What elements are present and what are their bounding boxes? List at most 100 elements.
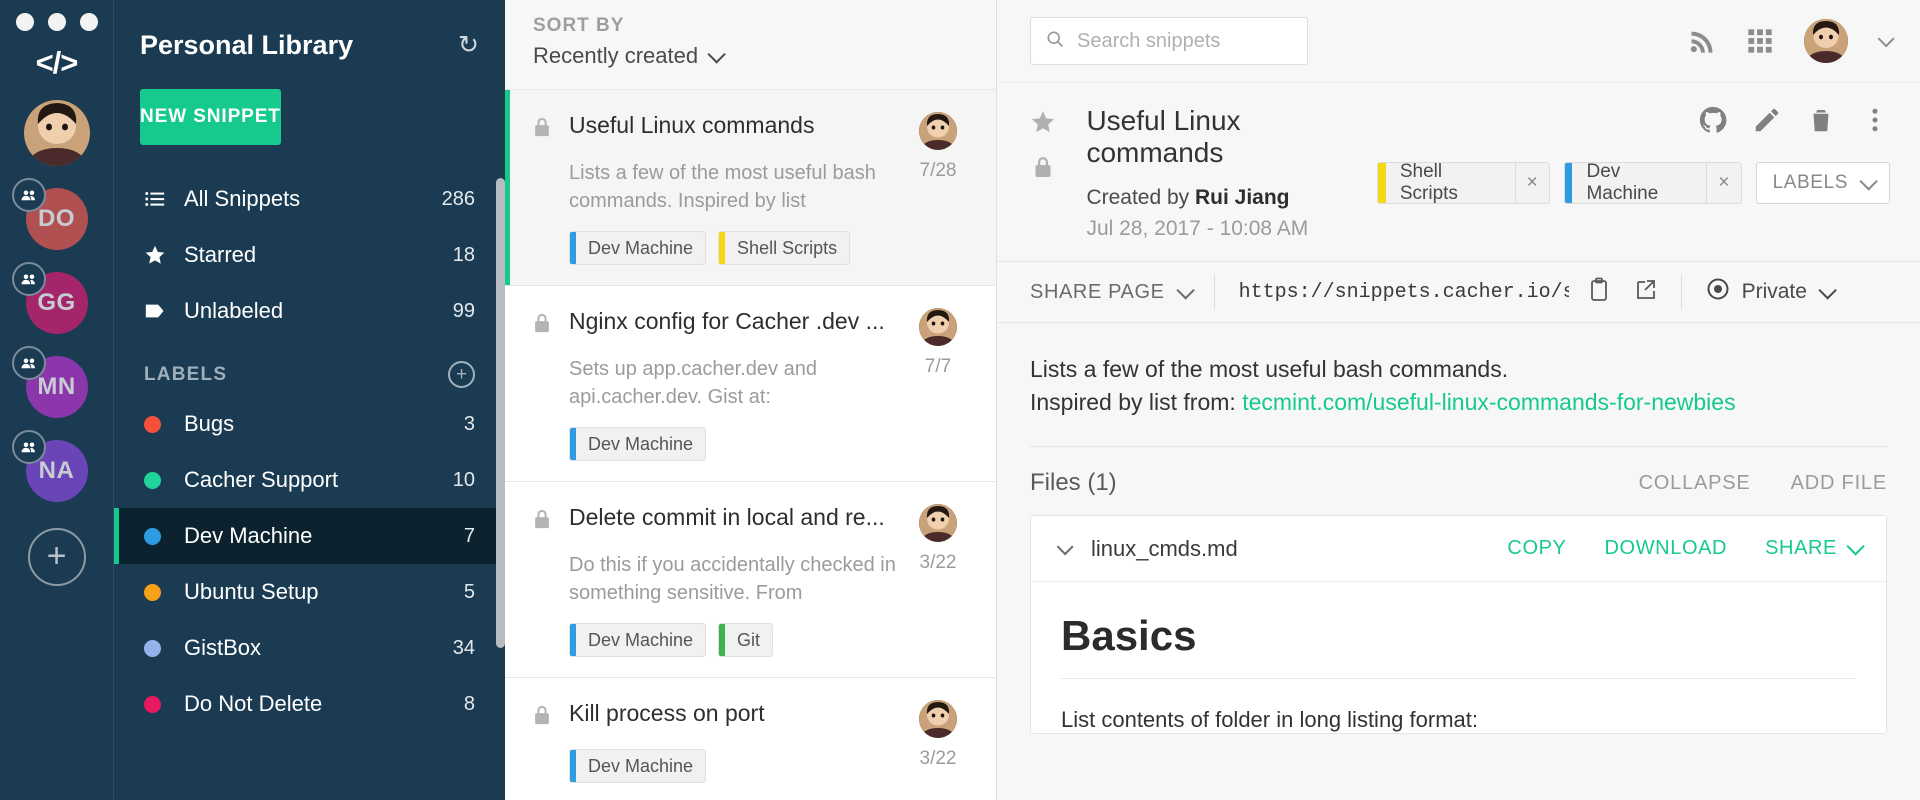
team-avatar[interactable]: NA [11,430,88,502]
external-link-icon[interactable] [1633,277,1657,308]
snippet-list-item[interactable]: Kill process on port Dev Machine 3/22 [505,678,996,800]
snippet-tag[interactable]: Dev Machine [569,231,707,265]
detail-actions [1698,105,1890,140]
labels-dropdown-button[interactable]: LABELS [1755,162,1890,204]
share-dropdown-button[interactable]: SHARE [1765,537,1865,560]
more-vertical-icon[interactable] [1860,105,1890,140]
snippet-item-date: 3/22 [919,748,957,769]
file-paragraph: List contents of folder in long listing … [1061,707,1478,733]
file-name: linux_cmds.md [1091,535,1238,561]
team-avatar-initials: GG [37,289,76,316]
sidebar-label-count: 3 [463,412,475,435]
detail-labels-row: Shell Scripts × Dev Machine × LABELS [1377,162,1890,204]
tag-label: Shell Scripts [737,237,838,258]
download-button[interactable]: DOWNLOAD [1605,537,1728,560]
team-avatar[interactable]: DO [11,178,88,250]
copy-button[interactable]: COPY [1507,537,1566,560]
chevron-down-icon[interactable] [1877,30,1895,48]
apps-grid-icon[interactable] [1746,27,1774,55]
close-icon[interactable]: × [1706,163,1740,203]
snippet-detail-panel: Useful Linux commands Created by Rui Jia… [997,0,1920,800]
avatar[interactable] [23,100,90,166]
sidebar-label-count: 10 [452,468,475,491]
share-page-dropdown[interactable]: SHARE PAGE [1030,281,1195,304]
description-prefix: Inspired by list from: [1030,388,1243,415]
sidebar-item-unlabeled[interactable]: Unlabeled 99 [114,283,505,339]
tag-icon [144,300,184,322]
file-card-body: Basics List contents of folder in long l… [1031,582,1886,733]
close-window-button[interactable] [16,13,34,31]
search-box[interactable] [1030,17,1308,65]
sidebar-label-bugs[interactable]: Bugs 3 [114,396,505,452]
list-icon [144,188,184,210]
description-link[interactable]: tecmint.com/useful-linux-commands-for-ne… [1242,389,1735,415]
app-window: </> DO GG MN NA + Personal Library ↻ NEW… [0,0,1920,800]
detail-status-icons [1030,105,1086,241]
team-avatar[interactable]: MN [11,346,88,418]
snippet-tag[interactable]: Dev Machine [569,749,707,783]
sort-by-dropdown[interactable]: Recently created [533,43,996,69]
pencil-icon[interactable] [1752,105,1782,140]
rss-icon[interactable] [1688,27,1716,55]
add-file-button[interactable]: ADD FILE [1791,472,1887,495]
snippet-item-main: Nginx config for Cacher .dev ... Sets up… [531,308,906,461]
detail-header: Useful Linux commands Created by Rui Jia… [997,83,1920,241]
plus-circle-icon[interactable]: + [448,361,475,388]
add-team-button[interactable]: + [27,528,86,586]
snippet-item-title: Kill process on port [569,700,765,726]
sidebar-label-ubuntu-setup[interactable]: Ubuntu Setup 5 [114,564,505,620]
top-bar-actions [1688,19,1895,63]
snippet-list-item[interactable]: Useful Linux commands Lists a few of the… [505,90,996,286]
snippet-tag[interactable]: Dev Machine [569,623,707,657]
github-icon[interactable] [1698,105,1728,140]
collapse-button[interactable]: COLLAPSE [1639,472,1751,495]
sidebar-label-do-not-delete[interactable]: Do Not Delete 8 [114,676,505,732]
team-avatar-initials: NA [38,457,75,484]
share-bar: SHARE PAGE https://snippets.cacher.io/sn… [997,261,1920,323]
clipboard-icon[interactable] [1587,277,1611,308]
sidebar-label-text: Do Not Delete [184,691,323,716]
sidebar-label-count: 7 [463,524,475,547]
label-chip-shell-scripts[interactable]: Shell Scripts × [1377,162,1550,204]
sidebar-item-all-snippets[interactable]: All Snippets 286 [114,171,505,227]
close-icon[interactable]: × [1514,163,1549,203]
chevron-down-icon [1818,280,1837,300]
sort-by-label: SORT BY [533,15,625,36]
code-brackets-icon[interactable]: </> [36,47,79,78]
description-line-1: Lists a few of the most useful bash comm… [1030,356,1509,382]
sidebar-label-dev-machine[interactable]: Dev Machine 7 [114,508,505,564]
labels-header-title: LABELS [144,363,228,385]
share-actions [1587,277,1657,308]
team-avatar[interactable]: GG [11,262,88,334]
detail-header-right: Shell Scripts × Dev Machine × LABELS [1377,105,1890,241]
sidebar-item-starred[interactable]: Starred 18 [114,227,505,283]
window-controls[interactable] [0,0,113,31]
avatar[interactable] [1804,19,1848,63]
sidebar-label-gistbox[interactable]: GistBox 34 [114,620,505,676]
page-title: Useful Linux commands [1086,105,1241,168]
snippet-list-item[interactable]: Delete commit in local and re... Do this… [505,482,996,678]
sidebar-label-cacher-support[interactable]: Cacher Support 10 [114,452,505,508]
labels-section-header: LABELS + [114,339,505,396]
snippet-list-item[interactable]: Nginx config for Cacher .dev ... Sets up… [505,286,996,482]
snippet-tag[interactable]: Dev Machine [569,427,707,461]
privacy-dropdown[interactable]: Private [1706,277,1837,307]
snippet-item-main: Useful Linux commands Lists a few of the… [531,112,906,265]
snippet-tag[interactable]: Shell Scripts [718,231,851,265]
snippet-tag[interactable]: Git [718,623,774,657]
lock-icon [531,504,553,537]
label-chip-dev-machine[interactable]: Dev Machine × [1563,162,1742,204]
trash-icon[interactable] [1806,105,1836,140]
star-icon[interactable] [1030,109,1056,140]
search-input[interactable] [1077,29,1293,53]
new-snippet-button[interactable]: NEW SNIPPET [140,89,281,145]
avatar [919,504,957,542]
label-color-dot [144,639,161,657]
refresh-icon[interactable]: ↻ [458,33,479,58]
chevron-down-icon[interactable] [1056,538,1074,556]
maximize-window-button[interactable] [80,13,98,31]
share-url-text[interactable]: https://snippets.cacher.io/snippet/ [1239,281,1569,304]
minimize-window-button[interactable] [48,13,66,31]
labels-button-text: LABELS [1772,172,1848,193]
sidebar-scrollbar[interactable] [496,178,505,648]
